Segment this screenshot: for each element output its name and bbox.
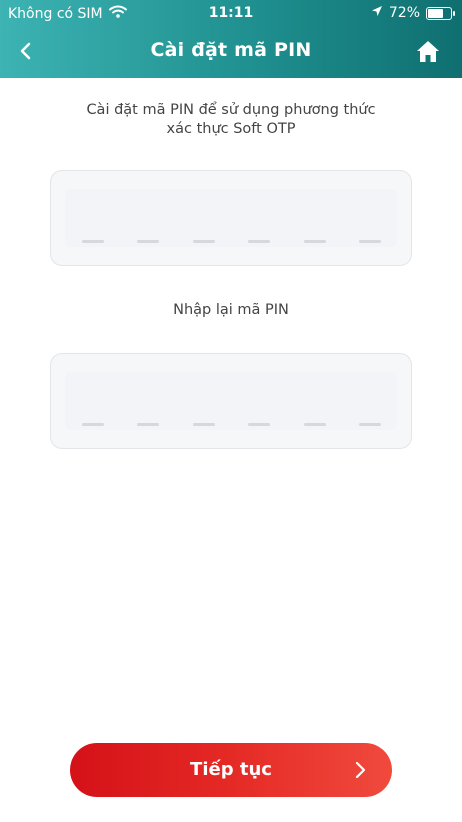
home-button[interactable] <box>414 38 442 66</box>
reenter-pin-label: Nhập lại mã PIN <box>173 302 289 318</box>
pin-input-area <box>65 189 397 247</box>
page-title: Cài đặt mã PIN <box>150 39 312 61</box>
pin-input[interactable] <box>50 170 412 266</box>
confirm-pin-digit-slot <box>137 423 159 426</box>
pin-digit-slot <box>193 240 215 243</box>
battery-percent: 72% <box>388 5 420 21</box>
home-icon <box>414 41 442 70</box>
pin-digit-slot <box>359 240 381 243</box>
pin-instruction: Cài đặt mã PIN để sử dụng phương thức xá… <box>60 101 402 139</box>
pin-digit-slot <box>248 240 270 243</box>
continue-button-label: Tiếp tục <box>190 759 272 780</box>
battery-icon <box>426 6 455 20</box>
continue-button[interactable]: Tiếp tục <box>70 743 392 797</box>
battery-fill <box>428 8 444 18</box>
status-bar: Không có SIM 11:11 72% <box>0 0 462 26</box>
confirm-pin-digit-slot <box>248 423 270 426</box>
app-header: Không có SIM 11:11 72% Cài đặt mã PIN <box>0 0 462 78</box>
instruction-line-1: Cài đặt mã PIN để sử dụng phương thức <box>86 102 376 118</box>
instruction-line-2: xác thực Soft OTP <box>166 121 296 137</box>
confirm-pin-digit-slot <box>359 423 381 426</box>
pin-digit-slot <box>82 240 104 243</box>
status-right: 72% <box>371 5 455 21</box>
pin-digit-slot <box>137 240 159 243</box>
battery-tip <box>453 10 455 16</box>
chevron-right-icon <box>354 761 366 779</box>
pin-digit-slot <box>304 240 326 243</box>
nav-bar: Cài đặt mã PIN <box>0 26 462 78</box>
confirm-pin-input-area <box>65 372 397 430</box>
confirm-pin-digit-slot <box>304 423 326 426</box>
confirm-pin-digit-slot <box>193 423 215 426</box>
location-arrow-icon <box>371 5 383 21</box>
confirm-pin-digit-slot <box>82 423 104 426</box>
confirm-pin-input[interactable] <box>50 353 412 449</box>
